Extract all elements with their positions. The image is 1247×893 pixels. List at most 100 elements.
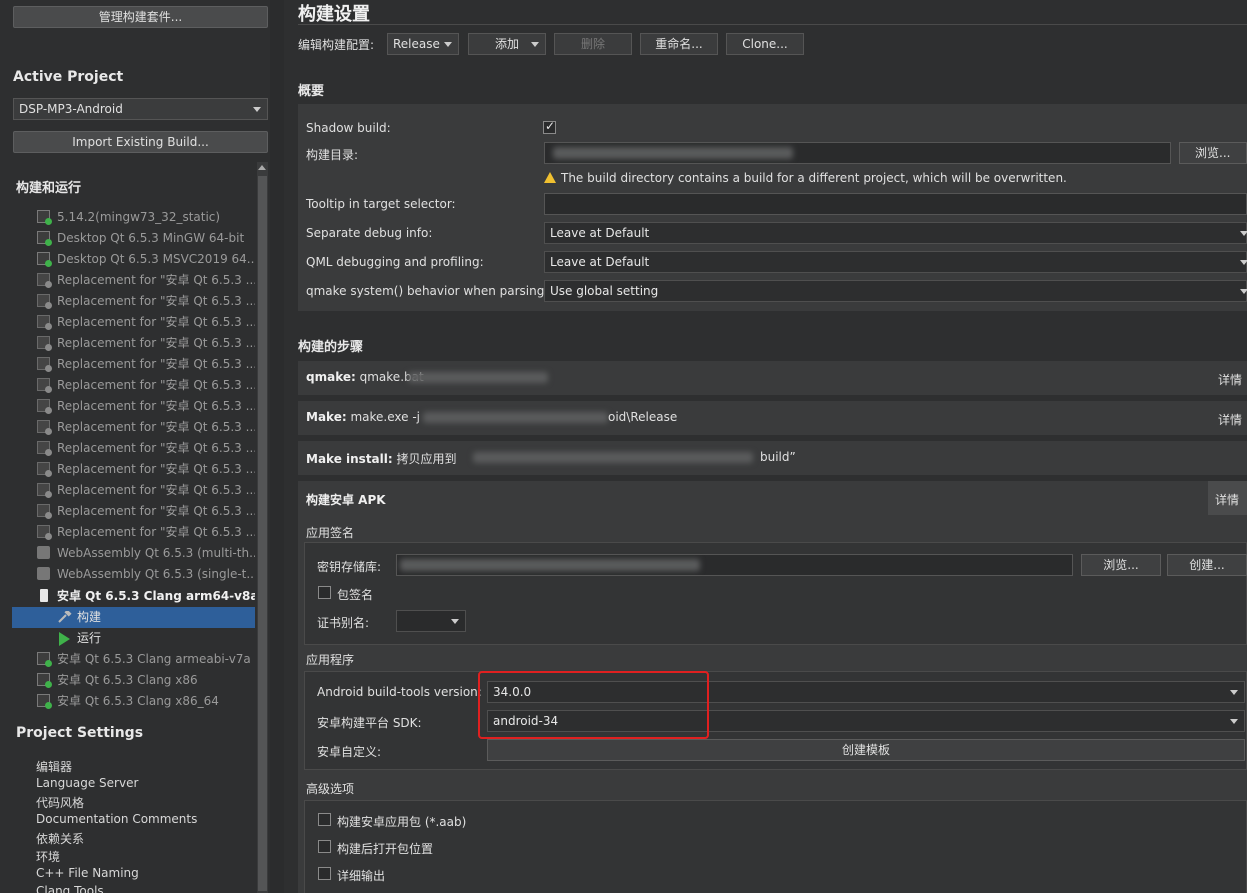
kit-item[interactable]: Replacement for "安卓 Qt 6.5.3 ... — [37, 501, 255, 522]
kit-label: Replacement for "安卓 Qt 6.5.3 ... — [57, 462, 255, 476]
step-command-suffix: build” — [760, 450, 796, 464]
separate-debug-select[interactable]: Leave at Default — [544, 222, 1247, 244]
kit-item[interactable]: 安卓 Qt 6.5.3 Clang x86 — [37, 670, 255, 691]
kit-disabled-icon — [37, 420, 52, 435]
project-select[interactable]: DSP-MP3-Android — [13, 98, 268, 120]
aab-checkbox[interactable] — [318, 813, 331, 826]
step-details-button[interactable]: 详情 — [1218, 411, 1242, 428]
keystore-browse-button[interactable]: 浏览... — [1081, 554, 1161, 576]
kit-item[interactable]: Replacement for "安卓 Qt 6.5.3 ... — [37, 522, 255, 543]
tooltip-input[interactable] — [544, 193, 1247, 215]
create-template-button[interactable]: 创建模板 — [487, 739, 1245, 761]
browse-build-dir-button[interactable]: 浏览... — [1179, 142, 1247, 164]
import-existing-build-button[interactable]: Import Existing Build... — [13, 131, 268, 153]
project-settings-item[interactable]: 代码风格 — [36, 794, 84, 811]
kit-item[interactable]: Replacement for "安卓 Qt 6.5.3 ... — [37, 438, 255, 459]
sign-package-checkbox[interactable] — [318, 586, 331, 599]
kit-item[interactable]: WebAssembly Qt 6.5.3 (multi-th... — [37, 543, 255, 564]
kit-label: Replacement for "安卓 Qt 6.5.3 ... — [57, 399, 255, 413]
step-name: Make: — [306, 410, 347, 424]
build-dir-warning: The build directory contains a build for… — [544, 171, 1067, 185]
kit-label: Replacement for "安卓 Qt 6.5.3 ... — [57, 483, 255, 497]
kit-item[interactable]: Replacement for "安卓 Qt 6.5.3 ... — [37, 459, 255, 480]
project-settings-item[interactable]: 编辑器 — [36, 758, 72, 775]
kit-item[interactable]: 安卓 Qt 6.5.3 Clang armeabi-v7a — [37, 649, 255, 670]
kit-item[interactable]: Desktop Qt 6.5.3 MSVC2019 64... — [37, 249, 255, 270]
overview-panel: Shadow build: 构建目录: 浏览... The build dire… — [298, 104, 1247, 311]
left-scrollbar[interactable] — [257, 162, 268, 893]
separate-debug-value: Leave at Default — [550, 226, 650, 240]
delete-config-button[interactable]: 删除 — [554, 33, 632, 55]
build-steps-title: 构建的步骤 — [298, 340, 364, 355]
build-step-make-install[interactable]: Make install: 拷贝应用到 build” — [298, 441, 1247, 475]
redacted-text — [400, 559, 700, 571]
webassembly-icon — [37, 567, 50, 580]
kit-item-active[interactable]: 安卓 Qt 6.5.3 Clang arm64-v8a — [37, 586, 255, 607]
build-config-select[interactable]: Release — [387, 33, 459, 55]
apk-details-label: 详情 — [1215, 493, 1240, 507]
kit-label: Replacement for "安卓 Qt 6.5.3 ... — [57, 336, 255, 350]
project-settings-item[interactable]: 依赖关系 — [36, 830, 84, 847]
step-details-button[interactable]: 详情 — [1218, 371, 1242, 388]
verbose-checkbox[interactable] — [318, 867, 331, 880]
build-step-summary: qmake: qmake.bat — [306, 370, 424, 384]
kit-item[interactable]: 5.14.2(mingw73_32_static) — [37, 207, 255, 228]
project-settings-item[interactable]: Documentation Comments — [36, 812, 197, 826]
kit-item[interactable]: Replacement for "安卓 Qt 6.5.3 ... — [37, 312, 255, 333]
qmake-behavior-select[interactable]: Use global setting — [544, 280, 1247, 302]
apk-details-button[interactable]: 详情 — [1208, 481, 1247, 515]
kit-disabled-icon — [37, 462, 52, 477]
build-dir-input[interactable] — [544, 142, 1171, 164]
kit-item[interactable]: Replacement for "安卓 Qt 6.5.3 ... — [37, 333, 255, 354]
splitter[interactable] — [270, 0, 284, 893]
kit-label: 安卓 Qt 6.5.3 Clang arm64-v8a — [57, 589, 255, 603]
add-config-button[interactable]: 添加 — [468, 33, 546, 55]
keystore-create-button[interactable]: 创建... — [1167, 554, 1247, 576]
scroll-up-arrow-icon[interactable] — [258, 165, 266, 170]
project-settings-item[interactable]: 环境 — [36, 848, 60, 865]
build-step-make[interactable]: Make: make.exe -j oid\Release 详情 — [298, 401, 1247, 435]
hammer-icon — [58, 611, 72, 623]
project-settings-item[interactable]: C++ File Naming — [36, 866, 139, 880]
chevron-down-icon — [1240, 289, 1247, 294]
cert-alias-select[interactable] — [396, 610, 466, 632]
kit-item[interactable]: Replacement for "安卓 Qt 6.5.3 ... — [37, 375, 255, 396]
kit-disabled-icon — [37, 441, 52, 456]
kit-sub-build[interactable]: 构建 — [12, 607, 255, 628]
step-name: qmake: — [306, 370, 356, 384]
chevron-down-icon — [253, 107, 261, 112]
kit-item[interactable]: Replacement for "安卓 Qt 6.5.3 ... — [37, 270, 255, 291]
scrollbar-thumb[interactable] — [258, 176, 267, 891]
manage-kits-button[interactable]: 管理构建套件... — [13, 6, 268, 28]
kit-item[interactable]: Replacement for "安卓 Qt 6.5.3 ... — [37, 291, 255, 312]
kit-label: 安卓 Qt 6.5.3 Clang x86_64 — [57, 694, 219, 708]
build-step-qmake[interactable]: qmake: qmake.bat 详情 — [298, 361, 1247, 395]
project-settings-item[interactable]: Language Server — [36, 776, 138, 790]
kit-item[interactable]: Replacement for "安卓 Qt 6.5.3 ... — [37, 417, 255, 438]
open-location-checkbox[interactable] — [318, 840, 331, 853]
application-group: Android build-tools version: 34.0.0 安卓构建… — [304, 671, 1247, 770]
kit-item[interactable]: Replacement for "安卓 Qt 6.5.3 ... — [37, 480, 255, 501]
keystore-input[interactable] — [396, 554, 1073, 576]
kit-ok-icon — [37, 252, 52, 267]
kit-disabled-icon — [37, 483, 52, 498]
kit-disabled-icon — [37, 315, 52, 330]
step-command-suffix: oid\Release — [608, 410, 678, 424]
build-dir-label: 构建目录: — [306, 148, 359, 162]
active-project-title: Active Project — [13, 69, 124, 85]
kit-label: Replacement for "安卓 Qt 6.5.3 ... — [57, 441, 255, 455]
clone-config-button[interactable]: Clone... — [726, 33, 804, 55]
project-settings-item[interactable]: Clang Tools — [36, 884, 104, 893]
kit-item[interactable]: 安卓 Qt 6.5.3 Clang x86_64 — [37, 691, 255, 712]
shadow-build-checkbox[interactable] — [543, 119, 556, 134]
kit-item[interactable]: Replacement for "安卓 Qt 6.5.3 ... — [37, 354, 255, 375]
rename-config-button[interactable]: 重命名... — [640, 33, 718, 55]
kit-disabled-icon — [37, 294, 52, 309]
kit-item[interactable]: WebAssembly Qt 6.5.3 (single-t... — [37, 564, 255, 585]
kit-sub-run[interactable]: 运行 — [12, 628, 255, 649]
qml-debug-label: QML debugging and profiling: — [306, 255, 484, 269]
kit-item[interactable]: Desktop Qt 6.5.3 MinGW 64-bit — [37, 228, 255, 249]
platform-sdk-label: 安卓构建平台 SDK: — [317, 716, 422, 730]
qml-debug-select[interactable]: Leave at Default — [544, 251, 1247, 273]
kit-item[interactable]: Replacement for "安卓 Qt 6.5.3 ... — [37, 396, 255, 417]
